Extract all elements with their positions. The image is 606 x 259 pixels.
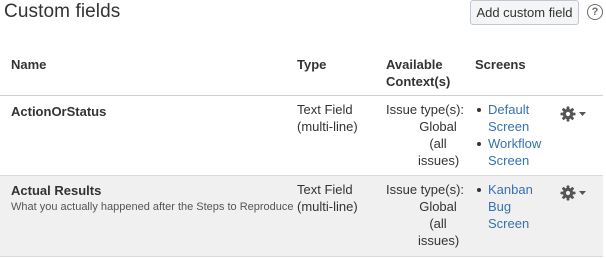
- chevron-down-icon: [579, 191, 586, 195]
- field-actions-button[interactable]: [560, 105, 588, 123]
- context-value: Global (all issues): [418, 199, 460, 248]
- screens-list: Kanban Bug Screen: [475, 181, 535, 232]
- screen-link-workflow-screen[interactable]: Workflow Screen: [488, 136, 541, 168]
- screen-link-kanban-bug-screen[interactable]: Kanban Bug Screen: [488, 182, 533, 231]
- add-custom-field-button[interactable]: Add custom field: [470, 0, 579, 25]
- context-label: Issue type(s):: [386, 102, 465, 117]
- list-item: Workflow Screen: [475, 135, 545, 169]
- list-item: Kanban Bug Screen: [475, 181, 535, 232]
- gear-icon: [560, 185, 576, 201]
- screens-list: Default Screen Workflow Screen: [475, 101, 545, 169]
- page-title: Custom fields: [4, 1, 121, 22]
- column-header-name: Name: [11, 57, 47, 72]
- column-header-type: Type: [297, 57, 327, 72]
- chevron-down-icon: [579, 112, 586, 116]
- table-row: ActionOrStatus Text Field (multi-line) I…: [0, 96, 603, 175]
- field-name: ActionOrStatus: [11, 104, 107, 119]
- screen-link-default-screen[interactable]: Default Screen: [488, 102, 529, 134]
- column-header-screens: Screens: [475, 57, 526, 72]
- field-actions-button[interactable]: [560, 184, 588, 202]
- field-name: Actual Results: [11, 183, 102, 198]
- table-row: Actual Results What you actually happene…: [0, 176, 603, 256]
- field-type: Text Field (multi-line): [297, 102, 358, 134]
- context-value: Global (all issues): [418, 119, 460, 168]
- list-item: Default Screen: [475, 101, 545, 135]
- field-type: Text Field (multi-line): [297, 182, 358, 214]
- context-label: Issue type(s):: [386, 182, 465, 197]
- gear-icon: [560, 106, 576, 122]
- column-header-context: Available Context(s): [386, 57, 451, 89]
- help-icon[interactable]: ?: [587, 4, 603, 20]
- field-description: What you actually happened after the Ste…: [11, 201, 294, 213]
- row-divider: [0, 256, 603, 257]
